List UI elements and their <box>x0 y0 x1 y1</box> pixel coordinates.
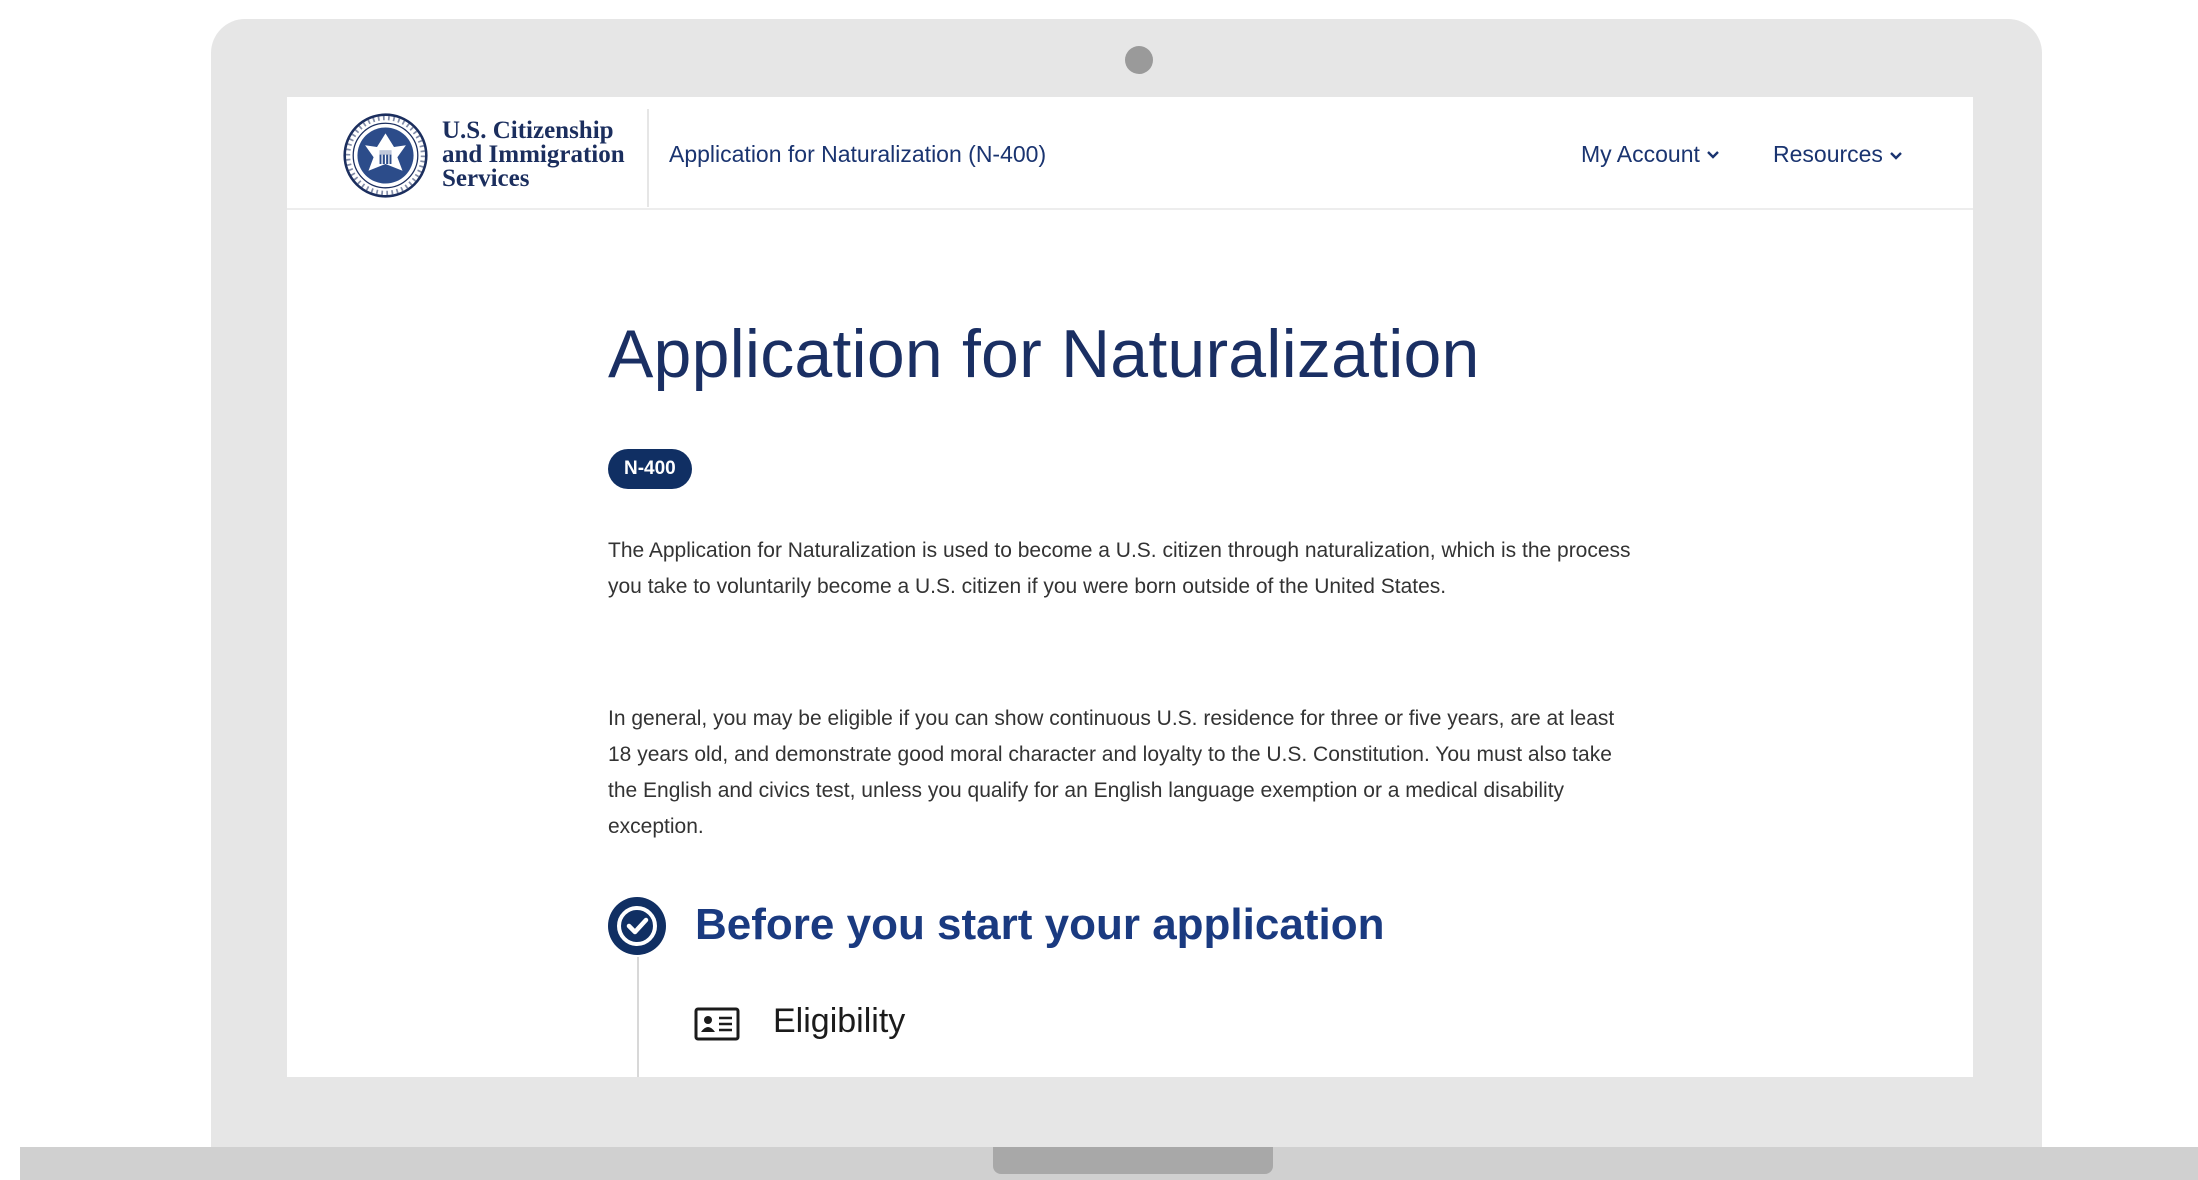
site-header: U.S. Citizenship and Immigration Service… <box>287 97 1973 210</box>
timeline-connector <box>637 957 639 1077</box>
check-circle-icon <box>608 897 666 955</box>
form-number-badge: N-400 <box>608 449 692 489</box>
webcam-icon <box>1125 46 1153 74</box>
laptop-mockup: U.S. Citizenship and Immigration Service… <box>0 0 2198 1180</box>
eligibility-link[interactable]: Eligibility <box>773 1002 905 1041</box>
page-title: Application for Naturalization <box>608 316 1480 392</box>
app-title[interactable]: Application for Naturalization (N-400) <box>669 141 1046 168</box>
agency-name-line: U.S. Citizenship <box>442 117 614 144</box>
agency-name-line: Services <box>442 165 530 192</box>
agency-name[interactable]: U.S. Citizenship and Immigration Service… <box>442 117 625 192</box>
dhs-seal-icon[interactable] <box>343 113 428 198</box>
intro-paragraph: The Application for Naturalization is us… <box>608 539 1631 598</box>
section-title: Before you start your application <box>695 900 1385 949</box>
eligibility-summary-paragraph: In general, you may be eligible if you c… <box>608 707 1615 838</box>
chevron-down-icon <box>1890 151 1902 160</box>
browser-screen: U.S. Citizenship and Immigration Service… <box>287 97 1973 1077</box>
header-divider <box>647 109 649 207</box>
id-card-icon <box>694 1007 740 1041</box>
nav-my-account-label: My Account <box>1581 141 1700 167</box>
nav-resources-label: Resources <box>1773 141 1883 167</box>
laptop-notch <box>993 1147 1273 1174</box>
agency-name-line: and Immigration <box>442 141 625 168</box>
nav-resources[interactable]: Resources <box>1773 141 1903 168</box>
chevron-down-icon <box>1707 150 1719 159</box>
nav-my-account[interactable]: My Account <box>1581 141 1720 168</box>
